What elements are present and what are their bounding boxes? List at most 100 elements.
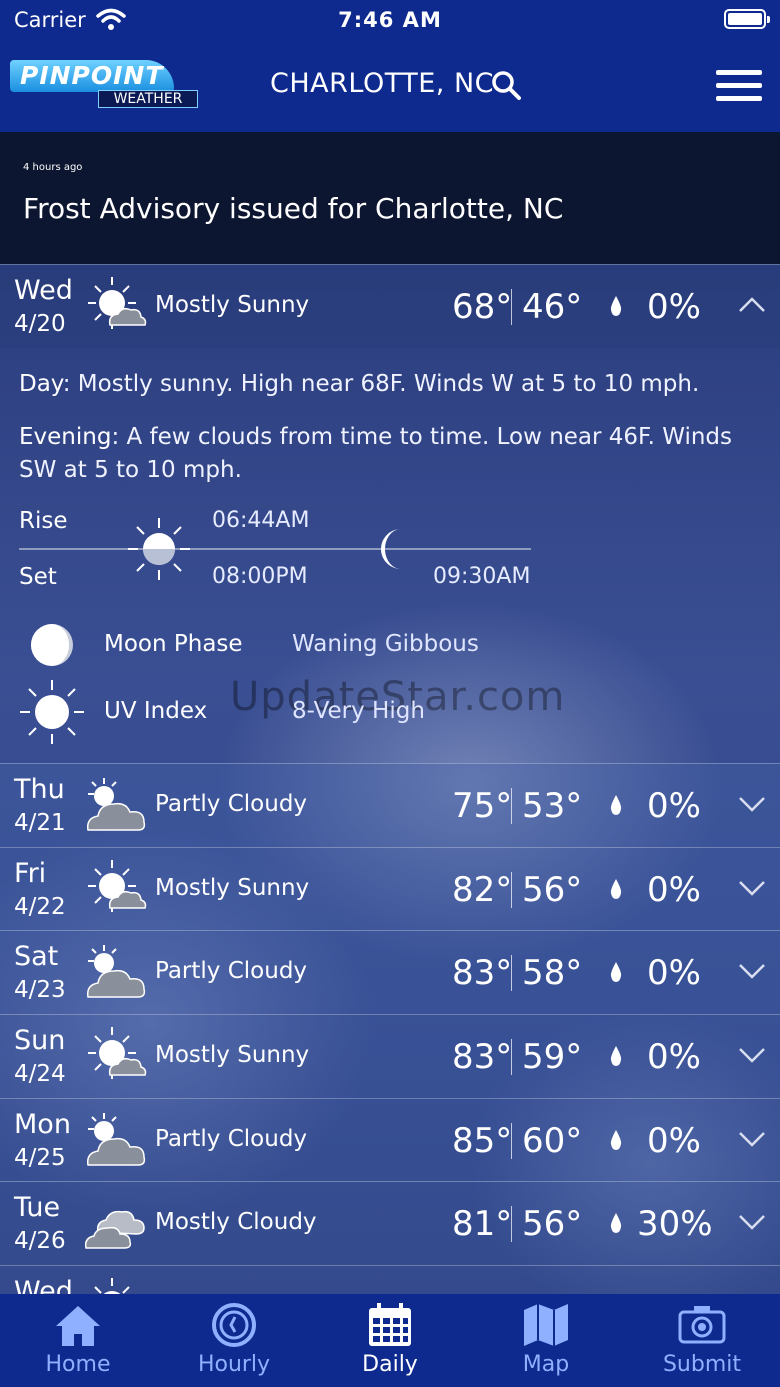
tab-home[interactable]: Home (0, 1294, 156, 1387)
day-date: 4/24 (14, 1061, 66, 1087)
chevron-up-icon[interactable] (738, 295, 766, 315)
chevron-down-icon[interactable] (738, 1212, 766, 1232)
pinpoint-weather-logo[interactable]: PINPOINT WEATHER (10, 60, 200, 110)
raindrop-icon (610, 1213, 622, 1233)
precip-chance: 0% (647, 1121, 701, 1161)
chevron-down-icon[interactable] (738, 1129, 766, 1149)
forecast-row-partial[interactable]: Wed (0, 1265, 780, 1294)
condition-text: Mostly Cloudy (155, 1209, 317, 1235)
condition-text: Mostly Sunny (155, 1042, 310, 1068)
clock-icon (212, 1303, 256, 1347)
daily-forecast-list[interactable]: UpdateStar.com Wed 4/20 Mostly Sunny 68°… (0, 264, 780, 1294)
raindrop-icon (610, 962, 622, 982)
tab-submit[interactable]: Submit (624, 1294, 780, 1387)
partly-cloudy-icon (86, 778, 146, 831)
day-date: 4/25 (14, 1145, 66, 1171)
precip-chance: 30% (637, 1204, 713, 1244)
day-name: Sun (14, 1025, 66, 1056)
tab-map[interactable]: Map (468, 1294, 624, 1387)
high-temp: 82° (452, 870, 513, 910)
tab-label: Hourly (197, 1352, 271, 1377)
tab-label: Daily (362, 1352, 418, 1377)
sunrise-time: 06:44AM (212, 508, 310, 533)
calendar-icon (369, 1303, 411, 1346)
condition-text: Partly Cloudy (155, 791, 308, 817)
day-label: Day (19, 371, 63, 397)
precip-chance: 0% (647, 953, 701, 993)
rise-label: Rise (19, 508, 68, 534)
day-date: 4/20 (14, 311, 66, 337)
high-temp: 81° (452, 1204, 513, 1244)
forecast-row[interactable]: Fri 4/22 Mostly Sunny 82° 56° 0% (0, 847, 780, 931)
chevron-down-icon[interactable] (738, 961, 766, 981)
crescent-moon-icon (380, 529, 402, 570)
day-name: Sat (14, 941, 59, 972)
temp-divider (511, 1123, 512, 1159)
app-header: Carrier 7:46 AM PINPOINT WEATHER CHARLOT… (0, 0, 780, 132)
forecast-row[interactable]: Mon 4/25 Partly Cloudy 85° 60° 0% (0, 1098, 780, 1182)
search-icon[interactable] (490, 69, 522, 101)
mostly-sunny-icon (94, 1278, 130, 1294)
raindrop-icon (610, 795, 622, 815)
tab-daily[interactable]: Daily (312, 1294, 468, 1387)
forecast-row[interactable]: Thu 4/21 Partly Cloudy 75° 53° 0% (0, 763, 780, 847)
condition-text: Partly Cloudy (155, 1126, 308, 1152)
evening-description: Evening: A few clouds from time to time.… (19, 421, 759, 487)
condition-text: Partly Cloudy (155, 958, 308, 984)
chevron-down-icon[interactable] (738, 794, 766, 814)
day-name: Mon (14, 1109, 71, 1140)
high-temp: 75° (452, 786, 513, 826)
high-temp: 68° (452, 287, 513, 327)
location-title[interactable]: CHARLOTTE, NC (270, 68, 494, 99)
precip-chance: 0% (647, 870, 701, 910)
tab-label: Map (522, 1352, 570, 1377)
mostly-sunny-icon (88, 277, 147, 329)
day-name: Fri (14, 858, 47, 889)
low-temp: 56° (522, 1204, 583, 1244)
temp-divider (511, 1206, 512, 1242)
status-time: 7:46 AM (338, 8, 442, 32)
low-temp: 56° (522, 870, 583, 910)
chevron-down-icon[interactable] (738, 1045, 766, 1065)
chevron-down-icon[interactable] (738, 878, 766, 898)
precip-chance: 0% (647, 1037, 701, 1077)
partly-cloudy-icon (86, 1113, 146, 1166)
map-icon (524, 1304, 568, 1346)
low-temp: 58° (522, 953, 583, 993)
uv-index-value: 8-Very High (292, 698, 425, 724)
tab-hourly[interactable]: Hourly (156, 1294, 312, 1387)
forecast-row[interactable]: Sun 4/24 Mostly Sunny 83° 59° 0% (0, 1014, 780, 1098)
battery-icon (724, 9, 770, 29)
temp-divider (511, 1039, 512, 1075)
day-name: Tue (14, 1192, 61, 1223)
condition-text: Mostly Sunny (155, 292, 310, 318)
forecast-row[interactable]: Tue 4/26 Mostly Cloudy 81° 56° 30% (0, 1181, 780, 1265)
forecast-row[interactable]: Sat 4/23 Partly Cloudy 83° 58° 0% (0, 930, 780, 1014)
precip-chance: 0% (647, 786, 701, 826)
tab-label: Home (45, 1352, 111, 1377)
sun-path-line (19, 548, 531, 550)
day-date: 4/21 (14, 810, 66, 836)
evening-text: : A few clouds from time to time. Low ne… (19, 424, 733, 483)
mostly-sunny-icon (88, 860, 147, 912)
uv-sun-icon (20, 680, 84, 744)
day-date: 4/22 (14, 894, 66, 920)
temp-divider (511, 289, 512, 325)
day-name: Wed (14, 1276, 73, 1294)
sun-icon (128, 518, 190, 580)
low-temp: 46° (522, 287, 583, 327)
high-temp: 83° (452, 953, 513, 993)
forecast-row-expanded[interactable]: Wed 4/20 Mostly Sunny 68° 46° 0% (0, 264, 780, 348)
low-temp: 60° (522, 1121, 583, 1161)
partly-cloudy-icon (86, 945, 146, 998)
bottom-tab-bar: Home Hourly Daily Map Submit (0, 1294, 780, 1387)
low-temp: 53° (522, 786, 583, 826)
day-text: : Mostly sunny. High near 68F. Winds W a… (62, 371, 700, 397)
alert-timestamp: 4 hours ago (23, 162, 83, 173)
high-temp: 83° (452, 1037, 513, 1077)
day-date: 4/26 (14, 1228, 66, 1254)
hamburger-menu-icon[interactable] (716, 70, 762, 102)
condition-text: Mostly Sunny (155, 875, 310, 901)
weather-alert-banner[interactable]: 4 hours ago Frost Advisory issued for Ch… (0, 132, 780, 264)
logo-subtitle: WEATHER (98, 90, 198, 108)
